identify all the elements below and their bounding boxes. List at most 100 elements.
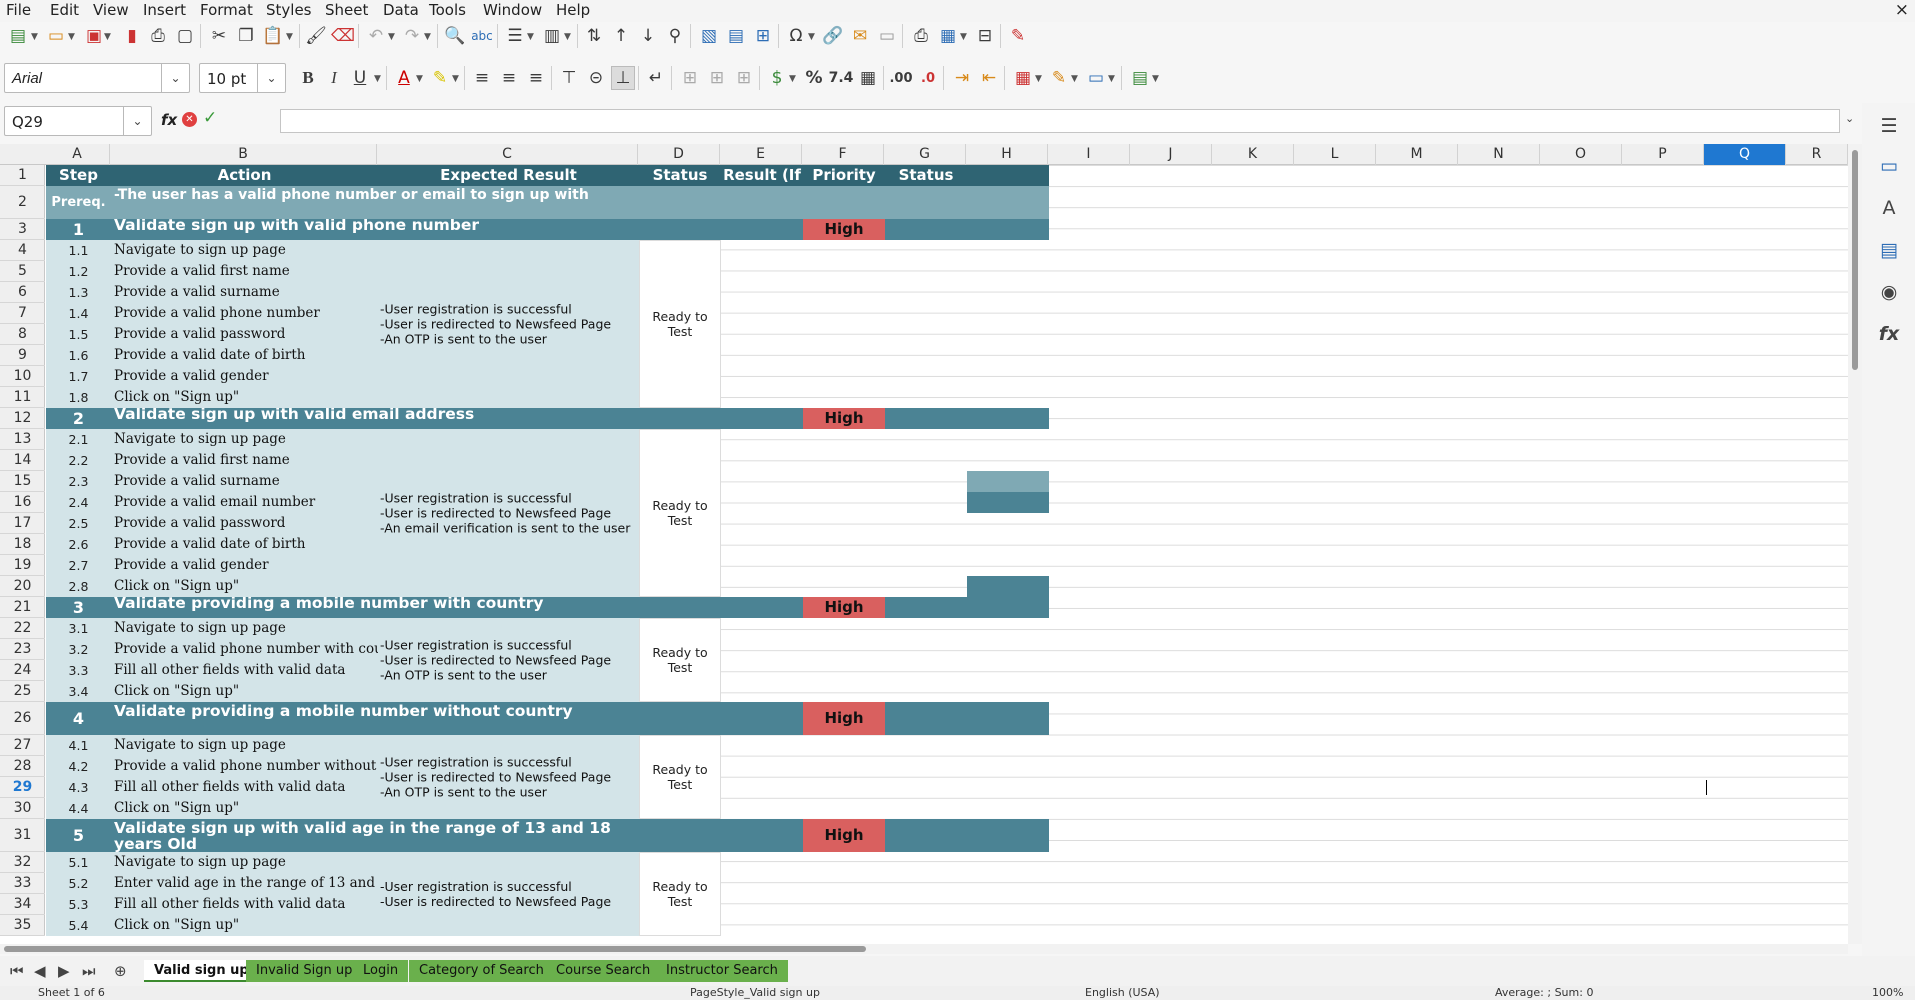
step-id[interactable]: 1.8 (46, 387, 111, 408)
sheet-tab[interactable]: Login (353, 960, 409, 982)
properties-icon[interactable]: ▭ (1876, 153, 1902, 179)
borders-dropdown-icon[interactable]: ▼ (1035, 74, 1042, 84)
header-priority[interactable]: Priority (803, 165, 885, 186)
cancel-icon[interactable]: ✕ (182, 112, 197, 127)
row-header-1[interactable]: 1 (0, 165, 45, 186)
prereq-text[interactable]: -The user has a valid phone number or em… (111, 186, 639, 219)
group-title[interactable]: Validate providing a mobile number with … (111, 597, 639, 618)
group-fill-de[interactable] (639, 702, 803, 735)
insert-image-icon[interactable]: ▧ (697, 24, 721, 48)
step-action[interactable]: Provide a valid first name (111, 450, 378, 471)
border-style-icon[interactable]: ✎ (1047, 66, 1071, 90)
highlight-icon[interactable]: ✎ (428, 66, 452, 90)
step-id[interactable]: 5.4 (46, 915, 111, 936)
row-header-30[interactable]: 30 (0, 798, 45, 819)
step-action[interactable]: Provide a valid surname (111, 282, 378, 303)
step-action[interactable]: Navigate to sign up page (111, 618, 378, 639)
align-bottom-icon[interactable]: ⊥ (611, 66, 635, 90)
step-action[interactable]: Provide a valid first name (111, 261, 378, 282)
menu-sheet[interactable]: Sheet (325, 0, 368, 22)
menu-view[interactable]: View (93, 0, 129, 22)
name-box[interactable]: Q29 ⌄ (4, 106, 152, 136)
row-header-35[interactable]: 35 (0, 915, 45, 936)
step-id[interactable]: 4.2 (46, 756, 111, 777)
test-status[interactable]: Ready to Test (639, 852, 721, 936)
step-id[interactable]: 3.1 (46, 618, 111, 639)
sort-ascending-icon[interactable]: ↑ (609, 24, 633, 48)
step-action[interactable]: Provide a valid phone number with countr… (111, 639, 378, 660)
row-header-9[interactable]: 9 (0, 345, 45, 366)
prereq-fill[interactable] (639, 186, 1049, 219)
step-id[interactable]: 1.3 (46, 282, 111, 303)
font-color-icon[interactable]: A (392, 66, 416, 90)
sheet-tab[interactable]: Category of Search (409, 960, 554, 982)
column-header-H[interactable]: H (966, 144, 1048, 165)
undo-dropdown-icon[interactable]: ▼ (388, 32, 395, 42)
row-header-16[interactable]: 16 (0, 492, 45, 513)
date-format-icon[interactable]: ▦ (856, 66, 880, 90)
prereq-label[interactable]: Prereq. (46, 186, 111, 219)
step-action[interactable]: Click on "Sign up" (111, 798, 378, 819)
column-header-P[interactable]: P (1622, 144, 1704, 165)
add-sheet-icon[interactable]: ⊕ (114, 962, 127, 980)
insert-chart-icon[interactable]: ▤ (724, 24, 748, 48)
save-dropdown-icon[interactable]: ▼ (104, 32, 111, 42)
step-action[interactable]: Provide a valid gender (111, 555, 378, 576)
step-id[interactable]: 2.8 (46, 576, 111, 597)
spelling-icon[interactable]: abc (470, 24, 494, 48)
accept-icon[interactable]: ✓ (203, 108, 217, 128)
unmerge-cells-icon[interactable]: ⊞ (732, 66, 756, 90)
group-title[interactable]: Validate sign up with valid email addres… (111, 408, 639, 429)
priority-badge[interactable]: High (803, 219, 885, 240)
align-top-icon[interactable]: ⊤ (557, 66, 581, 90)
align-left-icon[interactable]: ≡ (470, 66, 494, 90)
zoom-level[interactable]: 100% (1872, 986, 1903, 999)
step-action[interactable]: Navigate to sign up page (111, 735, 378, 756)
underline-dropdown-icon[interactable]: ▼ (374, 74, 381, 84)
highlight-h20[interactable] (967, 576, 1049, 597)
clone-formatting-icon[interactable]: 🖌 (304, 24, 328, 48)
header-expected[interactable]: Expected Result (378, 165, 639, 186)
increase-indent-icon[interactable]: ⇥ (950, 66, 974, 90)
headers-footers-icon[interactable]: ▭ (875, 24, 899, 48)
step-id[interactable]: 2.3 (46, 471, 111, 492)
column-header-K[interactable]: K (1212, 144, 1294, 165)
group-number[interactable]: 4 (46, 702, 111, 735)
row-header-28[interactable]: 28 (0, 756, 45, 777)
highlight-h15[interactable] (967, 471, 1049, 492)
row-header-25[interactable]: 25 (0, 681, 45, 702)
row-header-11[interactable]: 11 (0, 387, 45, 408)
row-header-10[interactable]: 10 (0, 366, 45, 387)
freeze-rows-icon[interactable]: ▦ (936, 24, 960, 48)
step-action[interactable]: Provide a valid date of birth (111, 345, 378, 366)
expected-result[interactable]: -User registration is successful -User is… (378, 429, 639, 597)
step-id[interactable]: 5.2 (46, 873, 111, 894)
step-action[interactable]: Provide a valid password (111, 324, 378, 345)
decrease-indent-icon[interactable]: ⇤ (977, 66, 1001, 90)
menu-help[interactable]: Help (556, 0, 590, 22)
step-action[interactable]: Fill all other fields with valid data (111, 777, 378, 798)
print-preview-icon[interactable]: ▢ (173, 24, 197, 48)
row-header-29[interactable]: 29 (0, 777, 45, 798)
priority-badge[interactable]: High (803, 702, 885, 735)
row-header-5[interactable]: 5 (0, 261, 45, 282)
currency-icon[interactable]: $ (765, 66, 789, 90)
menu-window[interactable]: Window (483, 0, 542, 22)
step-id[interactable]: 2.6 (46, 534, 111, 555)
step-action[interactable]: Enter valid age in the range of 13 and 1… (111, 873, 378, 894)
navigator-icon[interactable]: ◉ (1876, 279, 1902, 305)
row-header-26[interactable]: 26 (0, 702, 45, 735)
column-icon[interactable]: ▥ (540, 24, 564, 48)
horizontal-scrollbar[interactable] (0, 944, 1848, 954)
row-header-31[interactable]: 31 (0, 819, 45, 852)
column-header-A[interactable]: A (45, 144, 110, 165)
step-id[interactable]: 5.3 (46, 894, 111, 915)
row-dropdown-icon[interactable]: ▼ (527, 32, 534, 42)
delete-decimal-icon[interactable]: .0 (916, 66, 940, 90)
expected-result[interactable]: -User registration is successful -User is… (378, 240, 639, 408)
row-header-7[interactable]: 7 (0, 303, 45, 324)
menu-data[interactable]: Data (383, 0, 419, 22)
percent-icon[interactable]: % (802, 66, 826, 90)
column-header-G[interactable]: G (884, 144, 966, 165)
comment-icon[interactable]: ✉ (848, 24, 872, 48)
